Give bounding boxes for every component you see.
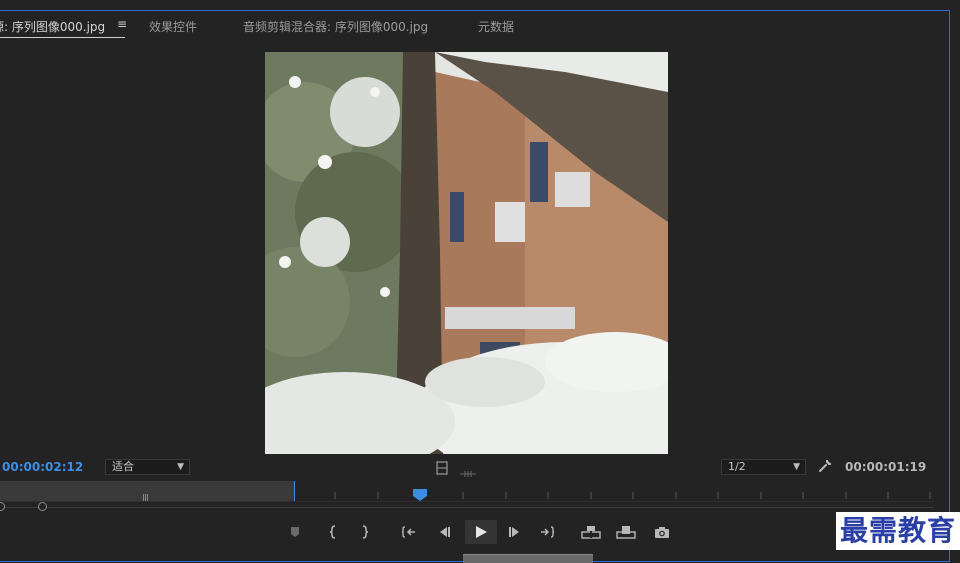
overwrite-icon	[616, 526, 636, 539]
mark-out-button[interactable]	[352, 520, 378, 544]
play-icon	[476, 526, 487, 538]
add-marker-button[interactable]	[282, 520, 308, 544]
go-to-in-button[interactable]	[396, 520, 422, 544]
mark-in-icon	[329, 525, 336, 539]
wrench-icon[interactable]	[817, 458, 833, 474]
go-to-out-button[interactable]	[535, 520, 561, 544]
mark-out-icon	[362, 525, 369, 539]
step-back-button[interactable]	[431, 520, 457, 544]
zoom-scroll-track	[0, 507, 934, 508]
zoom-select-value: 适合	[112, 460, 134, 473]
snow-scene-image	[265, 52, 668, 454]
step-back-icon	[440, 527, 450, 537]
panel-tab-bar: 源: 序列图像000.jpg ≡ 效果控件 音频剪辑混合器: 序列图像000.j…	[0, 11, 949, 39]
export-frame-button[interactable]	[649, 520, 675, 544]
tab-audio-clip-mixer[interactable]: 音频剪辑混合器: 序列图像000.jpg	[243, 18, 428, 35]
play-button[interactable]	[465, 520, 497, 544]
zoom-select[interactable]: 适合 ▼	[105, 459, 190, 475]
audio-drag-icon[interactable]	[460, 463, 476, 482]
resolution-select-value: 1/2	[728, 460, 746, 473]
tab-metadata[interactable]: 元数据	[478, 18, 514, 35]
transport-controls	[0, 520, 934, 544]
current-timecode[interactable]: 00:00:02:12	[2, 460, 83, 474]
watermark-logo: 最需教育	[836, 512, 960, 550]
go-to-in-icon	[401, 526, 415, 538]
go-to-out-icon	[541, 526, 555, 538]
overwrite-button[interactable]	[613, 520, 639, 544]
mark-in-button[interactable]	[320, 520, 346, 544]
step-forward-button[interactable]	[502, 520, 528, 544]
zoom-scroll-bar[interactable]	[0, 502, 934, 512]
insert-button[interactable]	[578, 520, 604, 544]
active-tab-indicator	[0, 37, 125, 38]
camera-icon	[655, 526, 669, 538]
step-forward-icon	[509, 527, 519, 537]
marker-icon	[291, 527, 299, 537]
chevron-down-icon: ▼	[177, 462, 184, 472]
ruler-ticks	[334, 492, 931, 499]
film-strip-icon[interactable]	[436, 460, 448, 479]
zoom-handle-right[interactable]	[38, 502, 47, 511]
duration-timecode: 00:00:01:19	[845, 460, 927, 474]
video-frame	[265, 52, 668, 454]
chevron-down-icon: ▼	[793, 462, 800, 472]
time-ruler[interactable]	[0, 481, 934, 502]
resolution-select[interactable]: 1/2 ▼	[721, 459, 806, 475]
zoom-handle-left[interactable]	[0, 502, 5, 511]
tab-source[interactable]: 源: 序列图像000.jpg	[0, 18, 105, 35]
insert-icon	[581, 526, 601, 539]
tab-effect-controls[interactable]: 效果控件	[149, 18, 197, 35]
panel-menu-icon[interactable]: ≡	[117, 17, 127, 31]
